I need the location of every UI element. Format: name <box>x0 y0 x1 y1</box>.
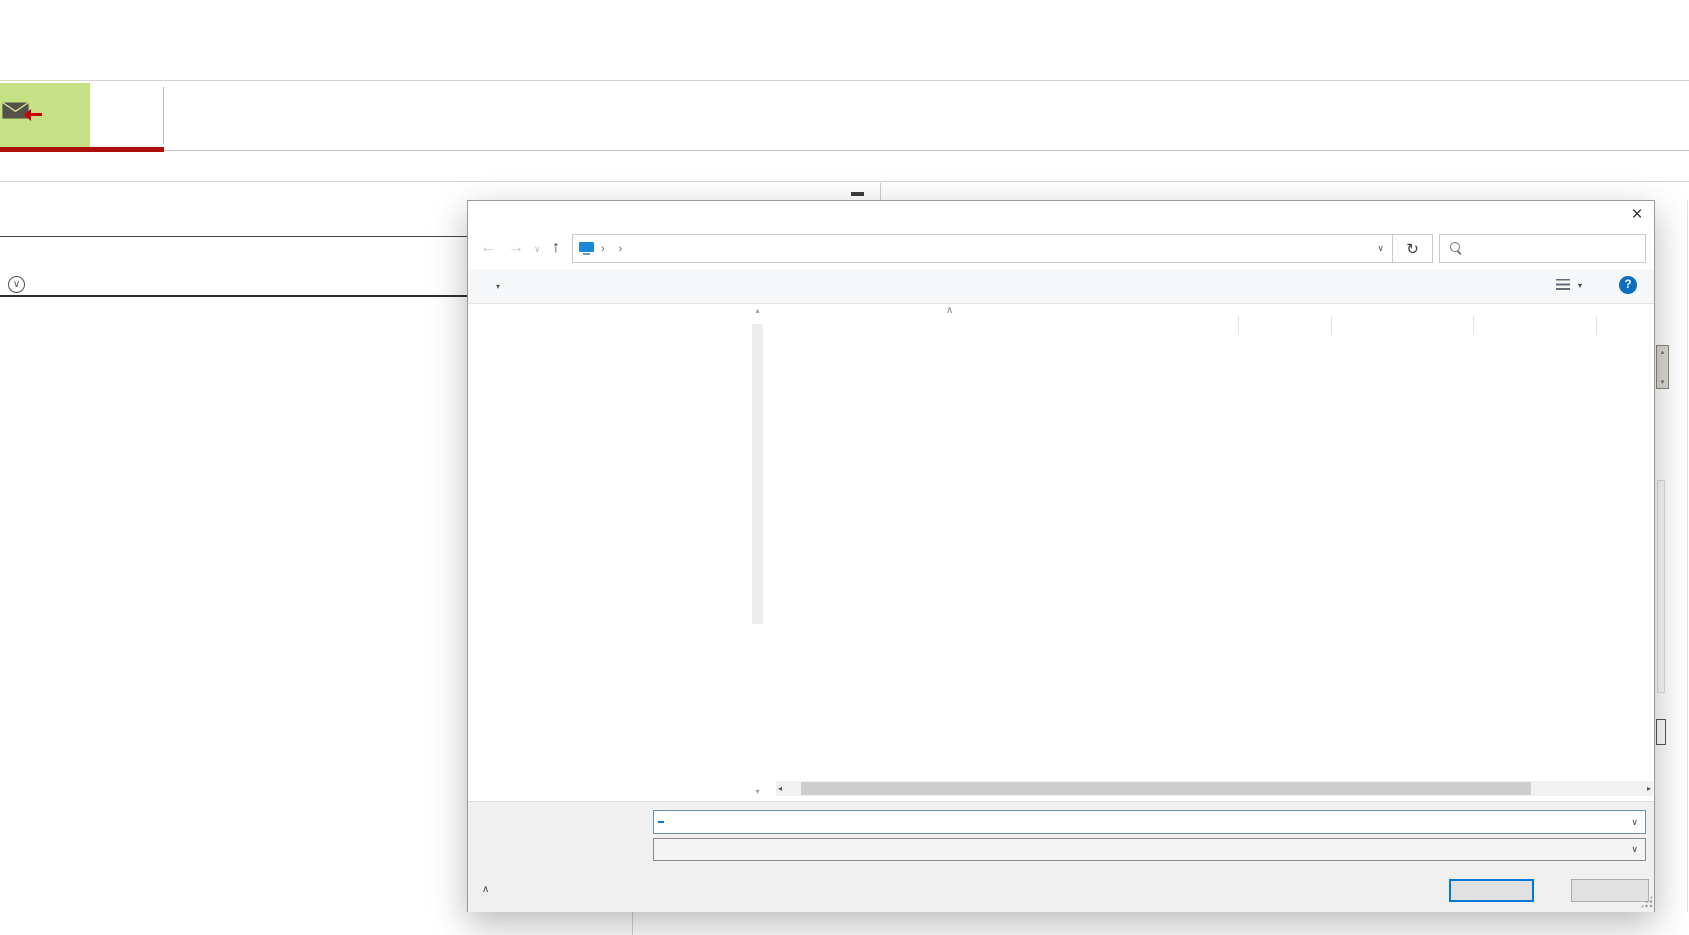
list-header-row <box>766 313 1653 335</box>
save-button[interactable] <box>1449 879 1534 902</box>
save-type-select[interactable]: ∨ <box>653 838 1646 861</box>
forward-icon[interactable]: → <box>508 239 524 257</box>
tree-scrollbar[interactable]: ▴ ▾ <box>751 304 764 798</box>
desktop-location-icon <box>579 242 594 252</box>
breadcrumb-separator: › <box>601 243 605 255</box>
address-dropdown-icon[interactable]: ∨ <box>1377 243 1384 254</box>
column-divider[interactable] <box>1331 316 1332 335</box>
background-field-edge <box>1656 719 1666 745</box>
horizontal-scrollbar[interactable]: ◂ ▸ <box>776 781 1653 796</box>
cancel-button[interactable] <box>1571 879 1649 902</box>
breadcrumb-separator: › <box>619 243 623 255</box>
ribbon-toolbar <box>0 0 1689 81</box>
scroll-right-icon[interactable]: ▸ <box>1647 784 1651 793</box>
back-icon[interactable]: ← <box>480 239 496 257</box>
organize-button[interactable]: ▾ <box>490 282 500 291</box>
history-chevron-icon[interactable]: ∨ <box>534 244 541 255</box>
file-name-value <box>658 821 664 823</box>
search-box[interactable] <box>1439 234 1646 263</box>
save-type-dropdown-icon[interactable]: ∨ <box>1631 844 1638 855</box>
tab-divider <box>163 87 164 144</box>
background-panel-edge <box>1657 480 1665 693</box>
file-name-dropdown-icon[interactable]: ∨ <box>1631 817 1638 828</box>
refresh-icon[interactable]: ↻ <box>1393 234 1433 263</box>
collapse-chevron-icon[interactable]: ∨ <box>8 276 25 293</box>
save-email-dialog: × ← → ∨ ↑ › › ∨ ↻ ▾ ▾ ? ▴ ▾ ∧ <box>467 200 1655 912</box>
up-icon[interactable]: ↑ <box>552 239 560 257</box>
app-right-border <box>1687 200 1688 912</box>
scroll-down-icon[interactable]: ▾ <box>751 787 764 796</box>
view-mode-caret-icon[interactable]: ▾ <box>1578 281 1582 290</box>
search-input[interactable] <box>1471 242 1631 256</box>
column-divider[interactable] <box>1238 316 1239 335</box>
active-tab-underline <box>0 147 164 152</box>
scroll-left-icon[interactable]: ◂ <box>778 784 782 793</box>
scrollbar-thumb[interactable] <box>801 782 1531 795</box>
background-panel-divider <box>632 912 633 935</box>
background-scrollbar[interactable]: ▴▾ <box>1656 345 1669 389</box>
panel-top-border <box>0 181 1689 182</box>
collapse-dash-icon[interactable] <box>851 192 864 196</box>
scrollbar-thumb[interactable] <box>752 324 763 624</box>
hide-folders-button[interactable]: ∧ <box>482 884 496 895</box>
verlauf-divider <box>0 236 467 237</box>
message-divider <box>0 295 467 297</box>
close-icon[interactable]: × <box>1618 201 1656 228</box>
scroll-down-icon[interactable]: ▾ <box>1661 378 1665 386</box>
file-name-input[interactable]: ∨ <box>653 810 1646 834</box>
search-icon <box>1450 242 1463 255</box>
column-divider[interactable] <box>1596 316 1597 335</box>
address-bar[interactable]: › › ∨ <box>572 234 1393 263</box>
incoming-arrow-icon <box>31 113 42 116</box>
tabstrip-baseline <box>164 150 1689 151</box>
column-divider[interactable] <box>1473 316 1474 335</box>
view-mode-icon[interactable] <box>1556 279 1570 291</box>
original-message-line <box>6 254 10 268</box>
help-button[interactable]: ? <box>1619 276 1637 294</box>
dialog-command-bar: ▾ <box>468 269 1654 304</box>
folder-tree <box>468 304 764 799</box>
organize-caret-icon: ▾ <box>496 282 500 291</box>
scroll-up-icon[interactable]: ▴ <box>751 306 764 315</box>
scroll-up-icon[interactable]: ▴ <box>1661 348 1665 356</box>
hide-folders-chevron-icon: ∧ <box>482 884 489 895</box>
aktionen-divider <box>880 183 881 200</box>
file-list: ∧ <box>766 304 1653 798</box>
